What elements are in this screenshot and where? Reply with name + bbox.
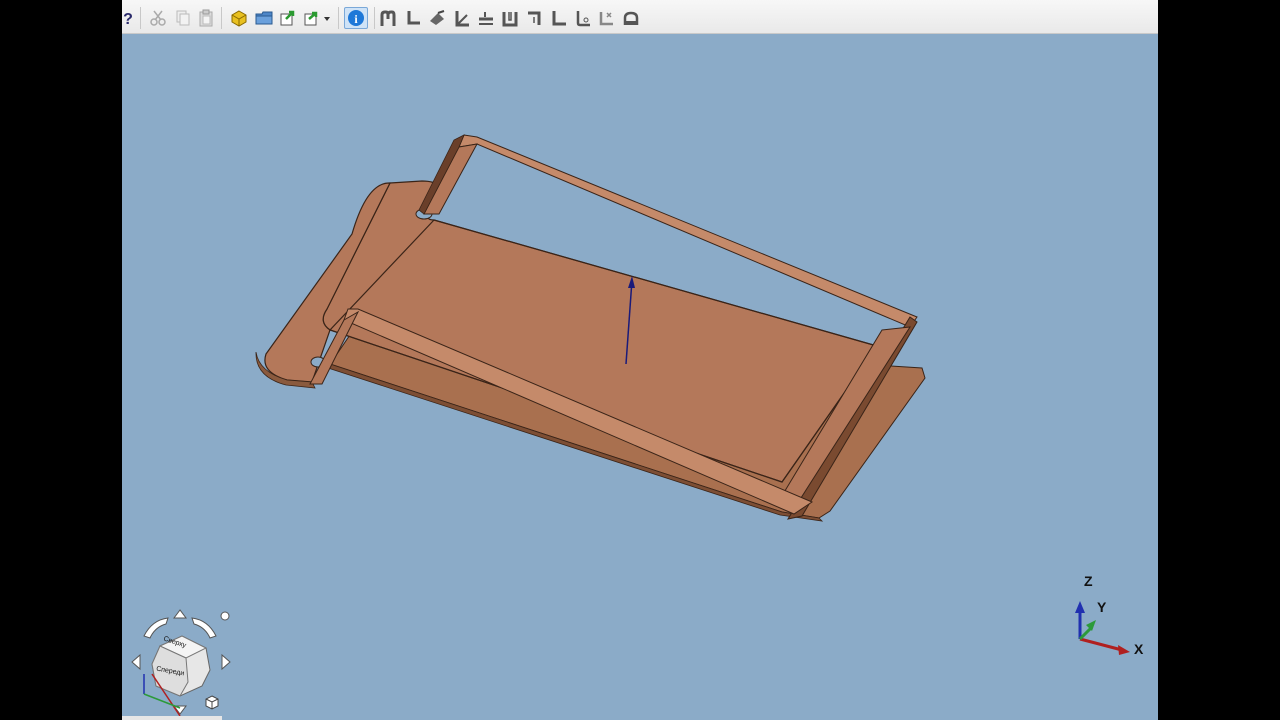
base-flange-icon[interactable] <box>378 8 398 28</box>
flatten-icon[interactable] <box>621 8 641 28</box>
axes-triad <box>1075 601 1130 655</box>
convert-to-sheet-metal-icon[interactable] <box>597 8 617 28</box>
toolbar-separator <box>338 7 339 29</box>
cad-application-window: ? i Z Y X Сверху Спереди <box>122 0 1158 720</box>
toolbar-separator <box>374 7 375 29</box>
info-icon[interactable]: i <box>344 7 368 29</box>
axis-z-label: Z <box>1084 573 1093 589</box>
open-folder-icon[interactable] <box>254 8 274 28</box>
rip-icon[interactable] <box>573 8 593 28</box>
export-icon[interactable] <box>278 8 298 28</box>
view-menu-button <box>220 611 230 621</box>
send-to-icon[interactable] <box>302 8 322 28</box>
toolbar-separator <box>221 7 222 29</box>
hem-icon[interactable] <box>500 8 520 28</box>
copy-icon[interactable] <box>173 8 193 28</box>
paste-icon[interactable] <box>196 8 216 28</box>
jog-icon[interactable] <box>476 8 496 28</box>
cut-icon[interactable] <box>148 8 168 28</box>
svg-text:?: ? <box>123 11 133 27</box>
open-part-icon[interactable] <box>229 8 249 28</box>
help-icon[interactable]: ? <box>122 8 138 28</box>
3d-viewport[interactable]: Z Y X Сверху Спереди <box>122 34 1158 720</box>
edge-flange-icon[interactable] <box>403 8 423 28</box>
unfold-icon[interactable] <box>427 8 447 28</box>
rotate-cw-arrow <box>191 617 217 639</box>
toolbar-separator <box>140 7 141 29</box>
sketched-bend-icon[interactable] <box>549 8 569 28</box>
cube-icon <box>205 695 219 710</box>
navigation-cube[interactable] <box>130 604 231 717</box>
miter-flange-icon[interactable] <box>452 8 472 28</box>
rotate-up-arrow <box>173 609 187 619</box>
sheet-metal-part[interactable] <box>122 34 1158 720</box>
axis-x-label: X <box>1134 641 1144 657</box>
rotate-right-arrow <box>221 653 231 671</box>
closed-corner-icon[interactable] <box>524 8 544 28</box>
status-bar-fragment <box>122 716 222 720</box>
toolbar: ? i <box>122 0 1158 34</box>
axis-y-label: Y <box>1097 599 1107 615</box>
chevron-down-icon[interactable] <box>322 8 332 28</box>
rotate-left-arrow <box>131 653 141 671</box>
